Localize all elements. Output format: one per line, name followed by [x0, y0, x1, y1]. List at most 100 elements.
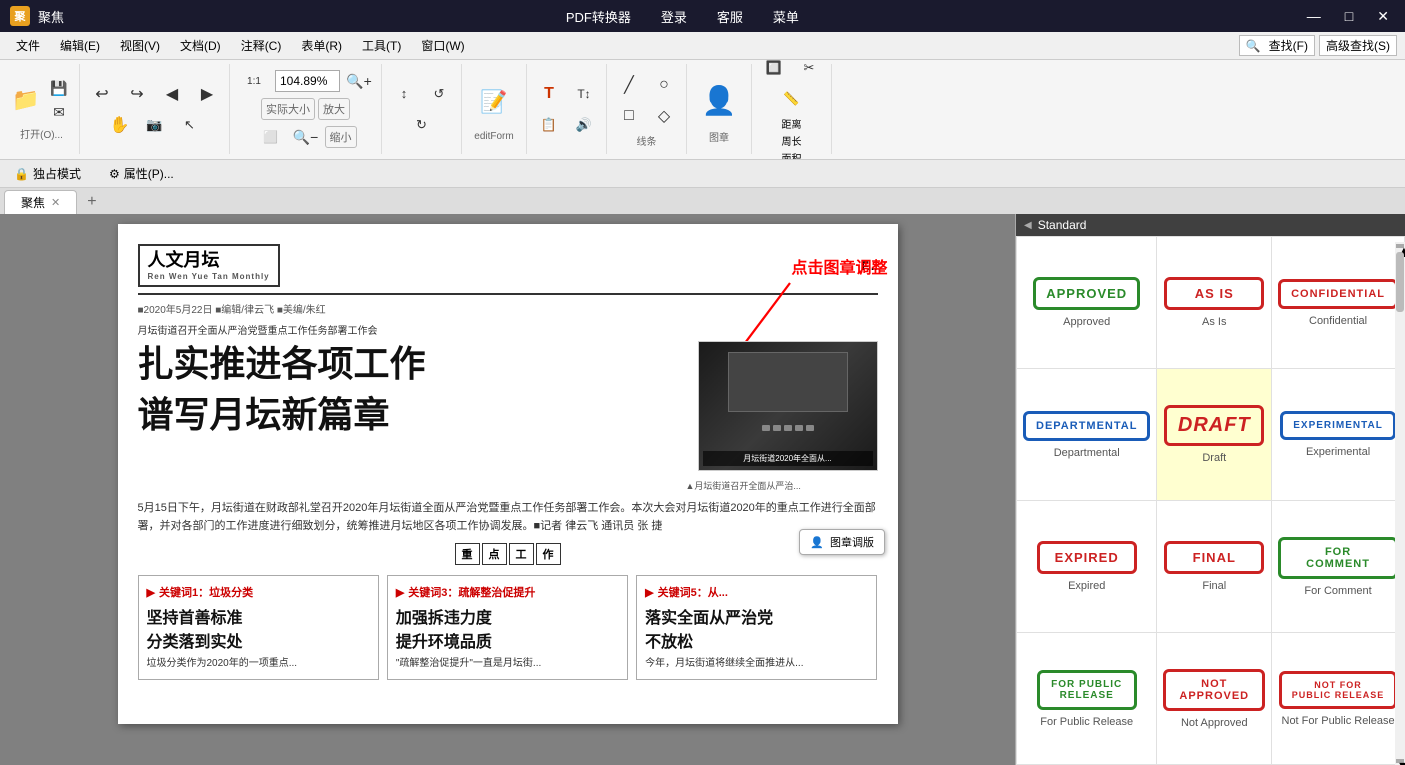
menu-edit[interactable]: 编辑(E) [52, 35, 108, 56]
stamp-panel-header: ◀ Standard [1016, 214, 1405, 236]
scroll-down-button[interactable]: ▼ [1396, 759, 1404, 763]
stamp-as-is[interactable]: AS IS As Is [1157, 237, 1271, 368]
menu-form[interactable]: 表单(R) [293, 35, 350, 56]
app-name: 聚焦 [38, 7, 64, 26]
redo-button[interactable]: ↪ [121, 80, 153, 108]
audio-button[interactable]: 🔊 [568, 111, 600, 139]
exclusive-icon: 🔒 [14, 167, 29, 181]
cursor-button[interactable]: ↖ [174, 111, 206, 139]
add-tab-button[interactable]: + [77, 190, 106, 214]
camera-button[interactable]: 📷 [139, 111, 171, 139]
exclusive-mode-button[interactable]: 🔒 独占模式 [8, 163, 87, 184]
edit-form-button[interactable]: 📝 [468, 76, 520, 128]
minimize-button[interactable]: — [1301, 6, 1327, 27]
stamp-not-approved[interactable]: NOT APPROVED Not Approved [1157, 633, 1271, 764]
pdf-converter-btn[interactable]: PDF转换器 [566, 7, 631, 26]
shapes-button[interactable]: ○ [648, 71, 680, 99]
fit-page-button[interactable]: ⬜ [255, 123, 287, 151]
actual-size-button[interactable]: 1:1 [236, 67, 272, 95]
active-tab[interactable]: 聚焦 ✕ [4, 190, 77, 214]
eraser-button[interactable]: 🔲 [758, 60, 790, 82]
scroll-thumb[interactable] [1396, 252, 1404, 312]
stamp-for-comment-box: FOR COMMENT [1278, 537, 1398, 579]
toolbar-stamp-group: 👤 图章 [691, 64, 752, 154]
rotate-right-button[interactable]: ↻ [406, 111, 438, 139]
freeform-button[interactable]: ◇ [648, 102, 680, 130]
zoom-out-button[interactable]: 🔍− [290, 123, 322, 151]
kw-card-subtitle-5: 落实全面从严治党不放松 [645, 604, 868, 652]
toolbar-draw-group: ╱ ○ □ ◇ 线条 [611, 64, 687, 154]
back-button[interactable]: ◀ [156, 80, 188, 108]
logo-sub: Ren Wen Yue Tan Monthly [148, 272, 270, 282]
scroll-up-button[interactable]: ▲ [1396, 244, 1404, 248]
scroll-mode-button[interactable]: ↕ [388, 80, 420, 108]
collapse-arrow-icon[interactable]: ◀ [1024, 220, 1032, 231]
tab-close-icon[interactable]: ✕ [51, 196, 60, 209]
close-button[interactable]: ✕ [1371, 6, 1395, 27]
crop-button[interactable]: ✂ [793, 60, 825, 82]
stamp-adjuster[interactable]: 👤 图章调版 [799, 529, 885, 555]
measure-button[interactable]: 📏 [776, 85, 808, 113]
properties-button[interactable]: ⚙ 属性(P)... [103, 163, 180, 184]
stamp-departmental-label: Departmental [1054, 447, 1120, 459]
undo-button[interactable]: ↩ [86, 80, 118, 108]
stamp-expired[interactable]: EXPIRED Expired [1017, 501, 1156, 632]
menu-annotate[interactable]: 注释(C) [233, 35, 290, 56]
support-btn[interactable]: 客服 [717, 7, 743, 26]
newspaper-logo: 人文月坛 Ren Wen Yue Tan Monthly [138, 244, 280, 287]
stamp-final[interactable]: FINAL Final [1157, 501, 1271, 632]
stamp-confidential[interactable]: CONFIDENTIAL Confidential [1272, 237, 1404, 368]
login-btn[interactable]: 登录 [661, 7, 687, 26]
article-main: 扎实推进各项工作 谱写月坛新篇章 [138, 341, 878, 492]
stamp-for-comment-label: For Comment [1304, 585, 1371, 597]
keyword-card-5: ▶ 关键词5：从... 落实全面从严治党不放松 今年，月坛街道将继续全面推进从.… [636, 575, 877, 680]
window-controls: — □ ✕ [1301, 6, 1395, 27]
menu-view[interactable]: 视图(V) [112, 35, 168, 56]
stamp-departmental[interactable]: DEPARTMENTAL Departmental [1017, 369, 1156, 500]
image-overlay: 月坛街道2020年全面从... [703, 451, 873, 466]
text-edit-button[interactable]: T↕ [568, 80, 600, 108]
zoom-out-label: 缩小 [325, 126, 357, 148]
stamp-confidential-label: Confidential [1309, 315, 1367, 327]
advanced-find-label[interactable]: 高级查找(S) [1326, 37, 1390, 54]
stamp-not-for-public-release[interactable]: NOT FORPUBLIC RELEASE Not For Public Rel… [1272, 633, 1404, 764]
toolbar-zoom-group: 1:1 🔍+ 实际大小 放大 ⬜ 🔍− 缩小 [234, 64, 382, 154]
menu-window[interactable]: 窗口(W) [413, 35, 472, 56]
forward-button[interactable]: ▶ [191, 80, 223, 108]
email-button[interactable]: ✉ [45, 101, 73, 123]
menu-tools[interactable]: 工具(T) [354, 35, 409, 56]
stamp-confidential-box: CONFIDENTIAL [1278, 279, 1398, 309]
zoom-in-button[interactable]: 🔍+ [343, 67, 375, 95]
stamp-draft[interactable]: DRAFT Draft [1157, 369, 1271, 500]
stamp-for-public-release[interactable]: FOR PUBLICRELEASE For Public Release [1017, 633, 1156, 764]
open-button[interactable]: 📁 [10, 86, 42, 114]
menu-btn[interactable]: 菜单 [773, 7, 799, 26]
stamp-approved-box: APPROVED [1033, 277, 1140, 310]
menu-file[interactable]: 文件 [8, 35, 48, 56]
stamp-button[interactable]: 👤 [693, 74, 745, 126]
menu-document[interactable]: 文档(D) [172, 35, 229, 56]
logo-text: 人文月坛 [148, 250, 270, 272]
stamp-for-comment[interactable]: FOR COMMENT For Comment [1272, 501, 1404, 632]
toolbar-scroll-group: ↕ ↺ ↻ [386, 64, 462, 154]
text-insert-button[interactable]: T [533, 80, 565, 108]
kw-card-title-1: ▶ 关键词1：垃圾分类 [147, 584, 370, 600]
hand-button[interactable]: ✋ [104, 111, 136, 139]
find-label[interactable]: 查找(F) [1269, 37, 1308, 54]
tab-bar: 聚焦 ✕ + [0, 188, 1405, 214]
rotate-button[interactable]: ↺ [423, 80, 455, 108]
kw-box-2: 点 [482, 543, 507, 565]
stamp-experimental[interactable]: EXPERIMENTAL Experimental [1272, 369, 1404, 500]
zoom-row-3: ⬜ 🔍− 缩小 [255, 123, 357, 151]
kw-card-subtitle-1: 坚持首善标准分类落到实处 [147, 604, 370, 652]
stamp-as-is-box: AS IS [1164, 277, 1264, 310]
keyword-card-1: ▶ 关键词1：垃圾分类 坚持首善标准分类落到实处 垃圾分类作为2020年的一项重… [138, 575, 379, 680]
toolbar: 📁 💾 ✉ 打开(O)... ↩ ↪ ◀ ▶ ✋ 📷 ↖ 1:1 🔍+ [0, 60, 1405, 160]
stamp-approved[interactable]: APPROVED Approved [1017, 237, 1156, 368]
copy-text-button[interactable]: 📋 [533, 111, 565, 139]
rect-button[interactable]: □ [613, 102, 645, 130]
line-tool-button[interactable]: ╱ [613, 71, 645, 99]
zoom-input[interactable] [275, 70, 340, 92]
maximize-button[interactable]: □ [1339, 6, 1359, 27]
save-button[interactable]: 💾 [45, 77, 73, 99]
